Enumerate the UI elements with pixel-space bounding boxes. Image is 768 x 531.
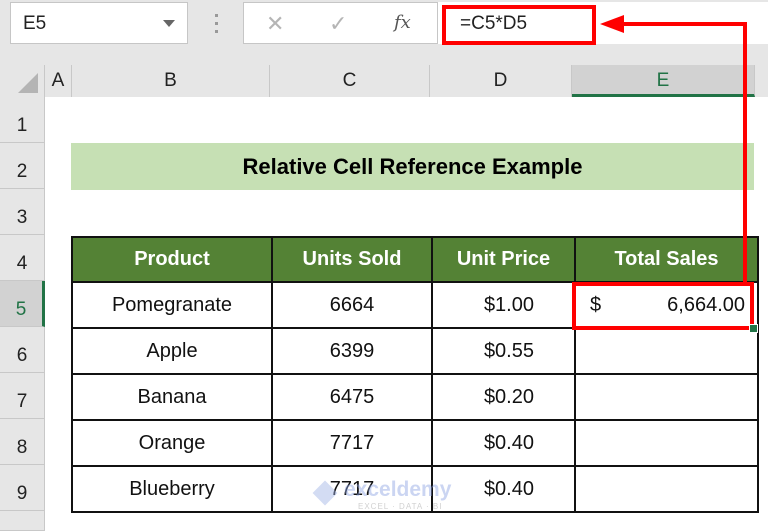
arrow-annotation [600, 15, 747, 282]
arrow-line [620, 22, 747, 282]
exceldemy-logo-icon [312, 480, 338, 506]
arrow-head [600, 15, 624, 33]
watermark-tagline: EXCEL · DATA · BI [358, 502, 443, 511]
watermark-name: exceldemy [344, 478, 452, 501]
watermark: exceldemy EXCEL · DATA · BI [312, 478, 454, 514]
